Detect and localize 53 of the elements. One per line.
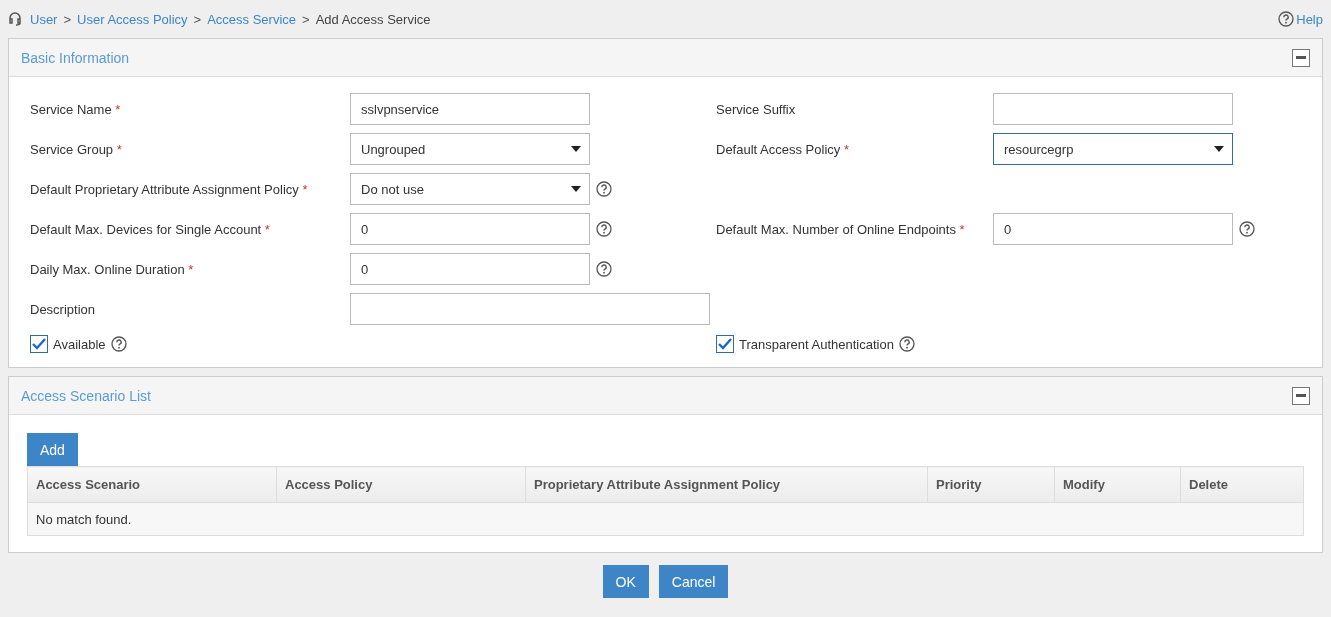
text-field[interactable] [350, 293, 710, 325]
field-label: Service Name * [30, 101, 122, 117]
checkbox[interactable] [716, 335, 734, 353]
breadcrumb-separator: > [193, 11, 202, 27]
caret-icon [571, 186, 581, 192]
help-icon[interactable] [110, 336, 127, 352]
cancel-button[interactable]: Cancel [658, 565, 729, 598]
column-header: Modify [1054, 466, 1181, 503]
help-icon[interactable] [898, 336, 915, 352]
field-label: Service Group * [30, 141, 123, 157]
column-header: Delete [1180, 466, 1304, 503]
field-label: Default Max. Number of Online Endpoints * [716, 221, 966, 237]
field-label: Default Proprietary Attribute Assignment Policy * [30, 181, 309, 197]
text-field[interactable]: 0 [993, 213, 1233, 245]
ok-button[interactable]: OK [602, 565, 649, 598]
column-header: Proprietary Attribute Assignment Policy [525, 466, 928, 503]
panel-title: Access Scenario List [21, 387, 151, 404]
caret-icon [1214, 146, 1224, 152]
field-label: Daily Max. Online Duration * [30, 261, 195, 277]
text-field[interactable] [993, 93, 1233, 125]
field-label: Description [30, 301, 97, 317]
column-header: Access Scenario [27, 466, 277, 503]
help-icon[interactable] [596, 261, 612, 277]
select-field[interactable]: resourcegrp [993, 133, 1233, 165]
help-icon[interactable] [596, 221, 612, 237]
text-field[interactable]: 0 [350, 253, 590, 285]
text-field[interactable]: sslvpnservice [350, 93, 590, 125]
select-field[interactable]: Ungrouped [350, 133, 590, 165]
help-icon[interactable] [596, 181, 612, 197]
help-icon[interactable] [1239, 221, 1255, 237]
headset-icon [8, 12, 24, 26]
breadcrumb-separator: > [302, 11, 310, 27]
field-label: Default Access Policy * [716, 141, 850, 157]
breadcrumb-separator: > [63, 11, 72, 27]
help-icon[interactable] [1278, 11, 1295, 27]
breadcrumb-current: Add Access Service [315, 11, 431, 27]
field-label: Service Suffix [716, 101, 797, 117]
collapse-button[interactable] [1292, 48, 1310, 67]
field-label: Default Max. Devices for Single Account * [30, 221, 271, 237]
text-field[interactable]: 0 [350, 213, 590, 245]
select-field[interactable]: Do not use [350, 173, 590, 205]
collapse-button[interactable] [1292, 386, 1310, 405]
checkbox-label: Transparent Authentication [739, 336, 894, 352]
panel-title: Basic Information [21, 49, 130, 66]
add-button[interactable]: Add [27, 433, 78, 466]
checkbox[interactable] [30, 335, 48, 353]
column-header: Priority [927, 466, 1055, 503]
checkbox-label: Available [53, 336, 106, 352]
breadcrumb-link[interactable]: User Access Policy [77, 11, 188, 27]
column-header: Access Policy [276, 466, 526, 503]
empty-message: No match found. [27, 502, 1304, 536]
breadcrumb-link[interactable]: Access Service [207, 11, 297, 27]
caret-icon [571, 146, 581, 152]
